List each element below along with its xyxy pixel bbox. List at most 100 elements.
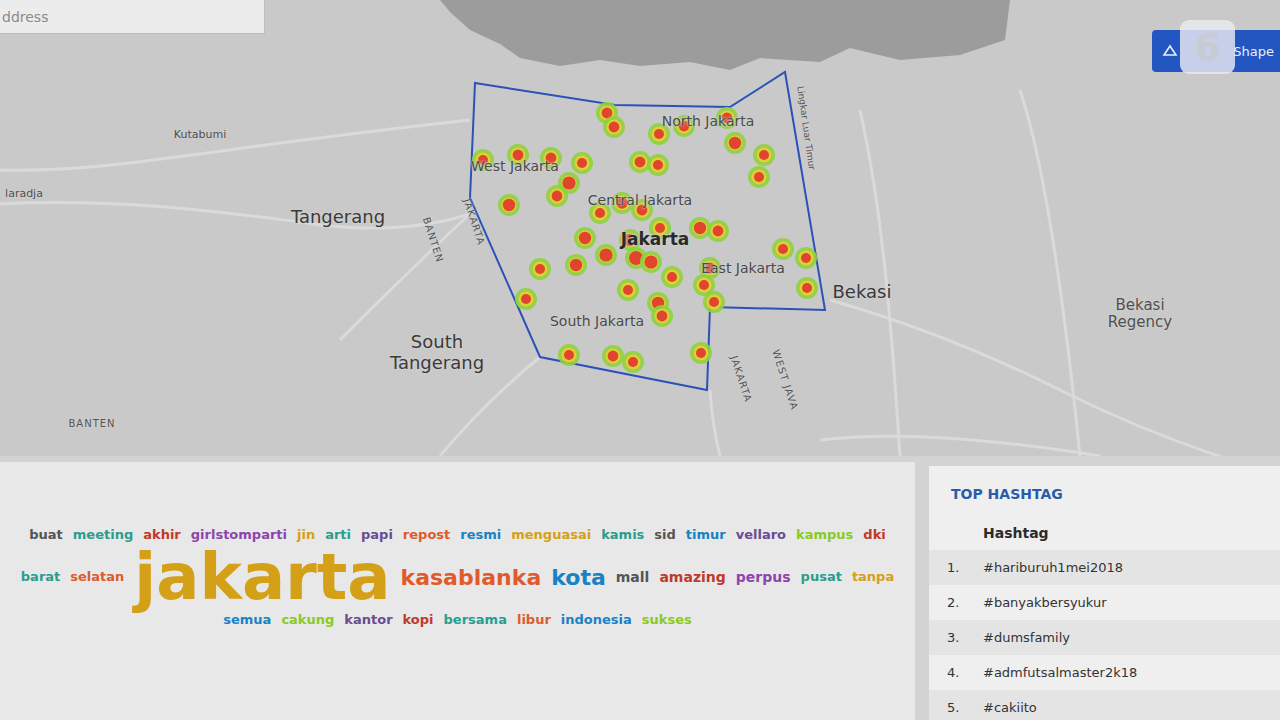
cloud-word: sukses xyxy=(642,613,692,627)
cloud-word: repost xyxy=(403,528,450,542)
sea xyxy=(440,0,1010,70)
road xyxy=(1020,90,1080,456)
cloud-word: meeting xyxy=(73,528,133,542)
road xyxy=(0,203,470,229)
cloud-word: kota xyxy=(551,566,606,589)
map-label: Kutabumi xyxy=(174,129,226,142)
dashboard: North Jakarta West Jakarta Central Jakarta… xyxy=(0,0,1280,720)
map-label: JAKARTA xyxy=(728,354,754,403)
heat-point xyxy=(772,238,794,260)
road xyxy=(0,120,470,170)
watermark-logo: 6 xyxy=(1180,20,1235,74)
cloud-word: indonesia xyxy=(561,613,632,627)
drawn-boundary[interactable] xyxy=(470,72,825,390)
cloud-word: jin xyxy=(297,528,315,542)
heat-point xyxy=(795,247,817,269)
heat-point xyxy=(595,244,617,266)
map-label: South Tangerang xyxy=(377,332,497,373)
top-hashtag-panel: TOP HASHTAGHashtag1.#hariburuh1mei20182.… xyxy=(929,466,1280,720)
hashtag-rank: 2. xyxy=(929,595,973,610)
cloud-word: perpus xyxy=(736,570,791,585)
hashtag-row[interactable]: 1.#hariburuh1mei2018 xyxy=(929,550,1280,585)
hashtag-text: #hariburuh1mei2018 xyxy=(973,560,1123,575)
heat-point xyxy=(529,258,551,280)
cloud-word: semua xyxy=(223,613,271,627)
word-cloud: buatmeetingakhirgirlstompartijinartipapi… xyxy=(0,462,915,720)
shape-icon xyxy=(1162,43,1178,59)
heat-point xyxy=(661,266,683,288)
cloud-word: resmi xyxy=(460,528,501,542)
hashtag-rank: 4. xyxy=(929,665,973,680)
map-label: West Jakarta xyxy=(471,158,559,174)
cloud-word: amazing xyxy=(659,570,725,585)
map-label: Tangerang xyxy=(291,207,385,228)
cloud-word: kampus xyxy=(796,528,853,542)
cloud-word: jakarta xyxy=(134,544,390,611)
heat-point xyxy=(647,154,669,176)
cloud-word: kantor xyxy=(344,613,392,627)
cloud-word: libur xyxy=(517,613,551,627)
cloud-word: kamis xyxy=(601,528,644,542)
heat-point xyxy=(498,194,520,216)
heat-point xyxy=(603,116,625,138)
cloud-word: pusat xyxy=(801,570,842,584)
heat-point xyxy=(565,254,587,276)
heat-point xyxy=(617,279,639,301)
hashtag-text: #cakiito xyxy=(973,700,1037,715)
heat-point xyxy=(602,345,624,367)
heat-point xyxy=(558,344,580,366)
bottom-panels: buatmeetingakhirgirlstompartijinartipapi… xyxy=(0,456,1280,720)
heat-point xyxy=(574,227,596,249)
map-label: JAKARTA xyxy=(461,197,487,246)
map-label: Central Jakarta xyxy=(588,192,692,208)
hashtag-row[interactable]: 3.#dumsfamily xyxy=(929,620,1280,655)
map-label: WEST JAVA xyxy=(770,348,800,411)
map-label: South Jakarta xyxy=(550,313,644,329)
heat-point xyxy=(515,288,537,310)
hashtag-row[interactable]: 2.#banyakbersyukur xyxy=(929,585,1280,620)
hashtag-rank: 5. xyxy=(929,700,973,715)
map-label: Lingkar Luar Timur xyxy=(795,85,817,170)
panel-title: TOP HASHTAG xyxy=(929,486,1280,516)
hashtag-text: #dumsfamily xyxy=(973,630,1070,645)
column-header: Hashtag xyxy=(929,516,1280,550)
cloud-word: menguasai xyxy=(511,528,591,542)
cloud-word: barat xyxy=(21,570,60,584)
cloud-word: dki xyxy=(863,528,885,542)
map-canvas xyxy=(0,0,1280,456)
heat-point xyxy=(753,144,775,166)
heat-point xyxy=(748,166,770,188)
cloud-word: tanpa xyxy=(852,570,894,584)
cloud-word: vellaro xyxy=(736,528,786,542)
map-label: North Jakarta xyxy=(662,113,755,129)
heat-point xyxy=(703,291,725,313)
heat-point xyxy=(546,185,568,207)
map-label: BANTEN xyxy=(68,418,115,430)
hashtag-rank: 1. xyxy=(929,560,973,575)
cloud-word: selatan xyxy=(70,570,124,584)
heat-point xyxy=(651,305,673,327)
address-search[interactable] xyxy=(0,0,265,34)
cloud-word: arti xyxy=(325,528,351,542)
cloud-word: kasablanka xyxy=(401,566,542,589)
road xyxy=(710,390,720,456)
hashtag-text: #admfutsalmaster2k18 xyxy=(973,665,1137,680)
road xyxy=(820,436,1100,456)
map[interactable]: North Jakarta West Jakarta Central Jakarta… xyxy=(0,0,1280,456)
heat-point xyxy=(796,277,818,299)
cloud-word: sid xyxy=(654,528,676,542)
cloud-word: buat xyxy=(29,528,63,542)
hashtag-row[interactable]: 4.#admfutsalmaster2k18 xyxy=(929,655,1280,690)
road xyxy=(340,214,470,340)
heat-point xyxy=(724,132,746,154)
cloud-word: kopi xyxy=(403,613,434,627)
hashtag-text: #banyakbersyukur xyxy=(973,595,1107,610)
map-label: Bekasi xyxy=(833,282,892,303)
cloud-word: girlstomparti xyxy=(191,528,287,542)
cloud-word: bersama xyxy=(444,613,507,627)
heat-point xyxy=(640,251,662,273)
cloud-word: cakung xyxy=(281,613,334,627)
cloud-word: papi xyxy=(361,528,393,542)
hashtag-row[interactable]: 5.#cakiito xyxy=(929,690,1280,720)
cloud-word: mall xyxy=(616,570,650,585)
